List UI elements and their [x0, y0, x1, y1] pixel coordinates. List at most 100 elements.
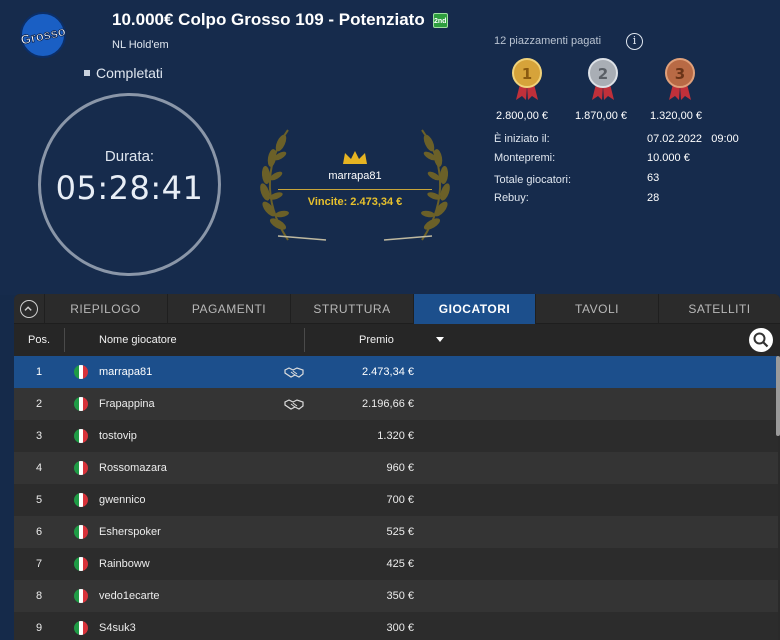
tab-bar: RIEPILOGO PAGAMENTI STRUTTURA GIOCATORI …: [14, 294, 780, 324]
total-players-label: Totale giocatori:: [494, 174, 572, 186]
row-position: 3: [35, 430, 43, 442]
sort-down-icon[interactable]: [436, 337, 444, 343]
italy-flag-icon: [74, 461, 88, 475]
row-position: 4: [35, 462, 43, 474]
tournament-header: Grosso 10.000€ Colpo Grosso 109 - Potenz…: [0, 0, 780, 295]
italy-flag-icon: [74, 525, 88, 539]
chevron-up-icon[interactable]: [20, 300, 38, 318]
second-chance-badge: 2nd: [432, 12, 448, 28]
row-player-name: Rainboww: [99, 558, 150, 570]
table-row[interactable]: 2 Frapappina 2.196,66 €: [14, 388, 778, 420]
third-place-amount: 1.320,00 €: [650, 110, 702, 122]
row-position: 6: [35, 526, 43, 538]
row-prize: 960 €: [386, 462, 414, 474]
italy-flag-icon: [74, 493, 88, 507]
winner-divider: [278, 189, 432, 190]
prizepool-label: Montepremi:: [494, 152, 556, 164]
laurel-wreath-icon: [260, 129, 450, 241]
start-value: 07.02.2022 09:00: [647, 133, 739, 145]
winner-name: marrapa81: [328, 170, 382, 182]
col-prize[interactable]: Premio: [359, 334, 394, 346]
status-label: Completati: [96, 65, 163, 81]
tab-tavoli[interactable]: TAVOLI: [535, 294, 658, 324]
silver-medal-icon: 2: [588, 58, 618, 100]
tab-giocatori[interactable]: GIOCATORI: [413, 294, 535, 324]
row-prize: 425 €: [386, 558, 414, 570]
table-row[interactable]: 1 marrapa81 2.473,34 €: [14, 356, 778, 388]
row-prize: 1.320 €: [377, 430, 414, 442]
italy-flag-icon: [74, 621, 88, 635]
row-player-name: gwennico: [99, 494, 146, 506]
handshake-icon: [284, 399, 304, 410]
info-icon[interactable]: i: [626, 33, 643, 50]
gold-medal-icon: 1: [512, 58, 542, 100]
col-separator: [304, 328, 305, 352]
row-position: 2: [35, 398, 43, 410]
winner-badge: marrapa81 Vincite: 2.473,34 €: [248, 128, 462, 244]
row-position: 5: [35, 494, 43, 506]
row-player-name: Rossomazara: [99, 462, 167, 474]
players-list: 1 marrapa81 2.473,34 € 2 Frapappina 2.196,66 …: [14, 356, 778, 640]
tournament-status: Completati: [84, 65, 163, 81]
duration-clock: Durata: 05:28:41: [38, 93, 221, 276]
row-player-name: tostovip: [99, 430, 137, 442]
table-row[interactable]: 3 tostovip 1.320 €: [14, 420, 778, 452]
table-row[interactable]: 8 vedo1ecarte 350 €: [14, 580, 778, 612]
second-place-amount: 1.870,00 €: [575, 110, 627, 122]
prizepool-value: 10.000 €: [647, 152, 690, 164]
row-player-name: Frapappina: [99, 398, 155, 410]
table-row[interactable]: 5 gwennico 700 €: [14, 484, 778, 516]
italy-flag-icon: [74, 365, 88, 379]
col-pos[interactable]: Pos.: [28, 334, 50, 346]
row-player-name: vedo1ecarte: [99, 590, 160, 602]
tab-pagamenti[interactable]: PAGAMENTI: [167, 294, 290, 324]
start-label: È iniziato il:: [494, 133, 550, 145]
svg-text:1: 1: [522, 65, 532, 83]
rebuy-value: 28: [647, 192, 660, 204]
tab-satelliti[interactable]: SATELLITI: [658, 294, 780, 324]
svg-text:3: 3: [675, 65, 685, 83]
table-row[interactable]: 4 Rossomazara 960 €: [14, 452, 778, 484]
italy-flag-icon: [74, 589, 88, 603]
tab-struttura[interactable]: STRUTTURA: [290, 294, 413, 324]
tab-riepilogo[interactable]: RIEPILOGO: [44, 294, 166, 324]
handshake-icon: [284, 367, 304, 378]
game-type: NL Hold'em: [112, 39, 169, 51]
row-player-name: S4suk3: [99, 622, 136, 634]
table-row[interactable]: 6 Esherspoker 525 €: [14, 516, 778, 548]
paid-places: 12 piazzamenti pagati: [494, 35, 602, 47]
status-square-icon: [84, 70, 90, 76]
scrollbar-thumb[interactable]: [776, 356, 780, 436]
svg-text:2: 2: [598, 65, 608, 83]
tournament-title: 10.000€ Colpo Grosso 109 - Potenziato 2n…: [112, 10, 448, 30]
row-prize: 2.196,66 €: [362, 398, 414, 410]
row-prize: 525 €: [386, 526, 414, 538]
col-name[interactable]: Nome giocatore: [99, 334, 177, 346]
tournament-title-text: 10.000€ Colpo Grosso 109 - Potenziato: [112, 10, 425, 29]
table-row[interactable]: 7 Rainboww 425 €: [14, 548, 778, 580]
search-icon[interactable]: [749, 328, 773, 352]
table-row[interactable]: 9 S4suk3 300 €: [14, 612, 778, 640]
table-header: Pos. Nome giocatore Premio: [14, 324, 780, 356]
first-place-amount: 2.800,00 €: [496, 110, 548, 122]
italy-flag-icon: [74, 397, 88, 411]
grosso-logo: Grosso: [19, 12, 67, 58]
row-position: 1: [35, 366, 43, 378]
bronze-medal-icon: 3: [665, 58, 695, 100]
italy-flag-icon: [74, 557, 88, 571]
italy-flag-icon: [74, 429, 88, 443]
row-prize: 700 €: [386, 494, 414, 506]
row-prize: 2.473,34 €: [362, 366, 414, 378]
row-position: 9: [35, 622, 43, 634]
winner-prize: Vincite: 2.473,34 €: [307, 196, 403, 208]
row-prize: 300 €: [386, 622, 414, 634]
row-position: 7: [35, 558, 43, 570]
duration-time: 05:28:41: [55, 169, 204, 207]
row-prize: 350 €: [386, 590, 414, 602]
total-players-value: 63: [647, 172, 660, 184]
row-player-name: marrapa81: [99, 366, 153, 378]
col-separator: [64, 328, 65, 352]
row-player-name: Esherspoker: [99, 526, 161, 538]
row-position: 8: [35, 590, 43, 602]
crown-icon: [343, 151, 367, 164]
